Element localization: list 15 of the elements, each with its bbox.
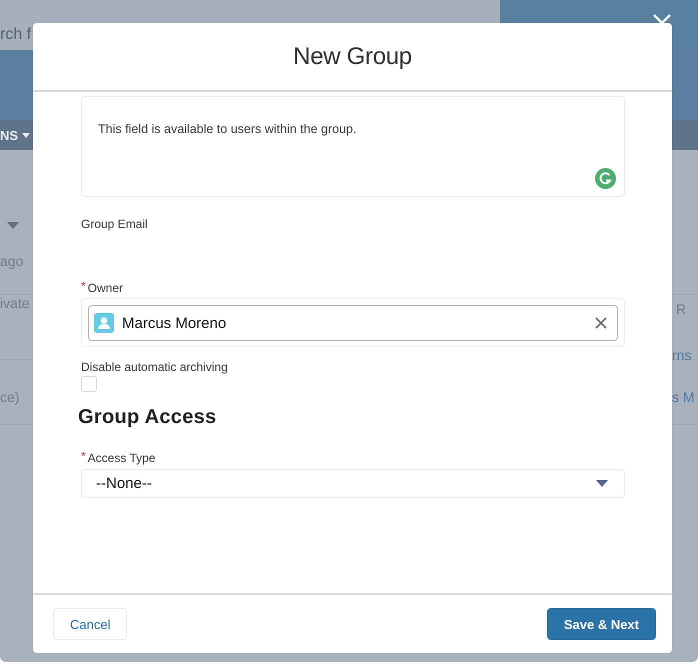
- field-value: Marcus Moreno: [122, 314, 228, 332]
- column-header: R: [675, 301, 688, 317]
- list-text: ce): [0, 389, 20, 405]
- list-text: ago: [0, 253, 24, 269]
- field-label: Disable automatic archiving: [81, 360, 228, 374]
- list-text: ivate: [0, 295, 31, 311]
- required-mark: *: [81, 281, 86, 291]
- field-label: Group Email: [81, 217, 148, 231]
- field-value: This field is available to users within the group.: [98, 122, 358, 136]
- field-label: Access Type: [88, 451, 156, 465]
- search-text: rch f: [0, 26, 32, 44]
- dialog-title: New Group: [293, 42, 412, 70]
- section-heading: Group Access: [78, 406, 218, 429]
- field-label: Owner: [88, 281, 124, 295]
- required-mark: *: [81, 451, 86, 461]
